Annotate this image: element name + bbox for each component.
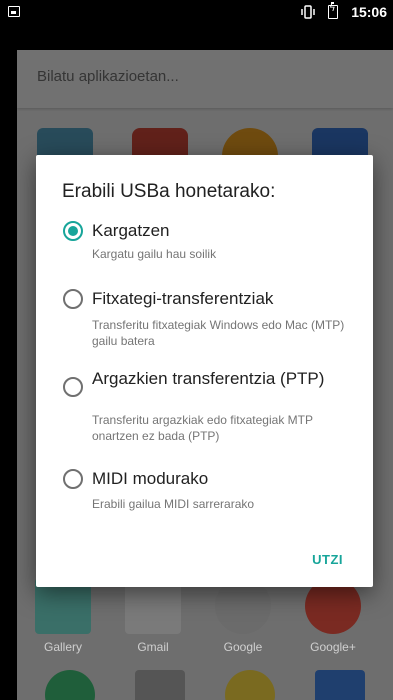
option-charging[interactable]: Kargatzen Kargatu gailu hau soilik [36, 217, 373, 273]
vibrate-icon [301, 5, 315, 19]
status-bar: 15:06 [0, 0, 393, 24]
hangouts-icon[interactable] [45, 670, 95, 700]
radio-file-transfer[interactable] [63, 289, 83, 309]
app-label-gmail: Gmail [137, 640, 169, 654]
option-midi-title: MIDI modurako [92, 469, 209, 488]
radio-charging[interactable] [63, 221, 83, 241]
calculator-icon[interactable] [135, 670, 185, 700]
option-photo-transfer-title: Argazkien transferentzia (PTP) [92, 369, 325, 388]
usb-mode-dialog: Erabili USBa honetarako: Kargatzen Karga… [36, 155, 373, 587]
cancel-button[interactable]: UTZI [312, 552, 343, 567]
option-charging-subtitle: Kargatu gailu hau soilik [92, 247, 217, 261]
battery-charging-icon [328, 2, 338, 19]
radio-midi[interactable] [63, 469, 83, 489]
option-midi-subtitle: Erabili gailua MIDI sarrerarako [92, 497, 255, 511]
app-label-gallery: Gallery [43, 640, 82, 654]
status-clock: 15:06 [351, 4, 387, 20]
option-photo-transfer-subtitle: Transferitu argazkiak edo fitxategiak MT… [92, 413, 313, 443]
keep-icon[interactable] [225, 670, 275, 700]
option-file-transfer-subtitle: Transferitu fitxategiak Windows edo Mac … [92, 318, 345, 348]
app-label-google-plus: Google+ [310, 640, 356, 654]
radio-photo-transfer[interactable] [63, 377, 83, 397]
option-charging-title: Kargatzen [92, 221, 170, 240]
option-midi[interactable]: MIDI modurako Erabili gailua MIDI sarrer… [36, 465, 373, 515]
app-row-bottom: Gallery Gmail Google Google+ [17, 578, 393, 700]
image-icon [8, 6, 20, 17]
dialog-title: Erabili USBa honetarako: [62, 181, 276, 202]
contacts-icon[interactable] [315, 670, 365, 700]
app-label-google: Google [223, 640, 263, 654]
option-file-transfer[interactable]: Fitxategi-transferentziak Transferitu fi… [36, 285, 373, 351]
option-file-transfer-title: Fitxategi-transferentziak [92, 289, 274, 308]
option-photo-transfer[interactable]: Argazkien transferentzia (PTP) Transferi… [36, 365, 373, 455]
